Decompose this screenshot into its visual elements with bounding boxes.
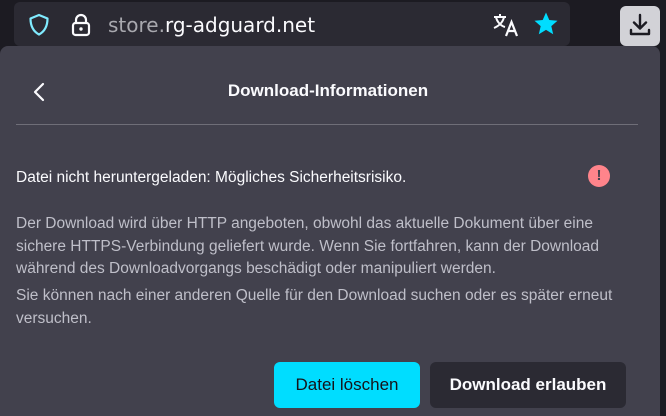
lock-icon[interactable] bbox=[70, 12, 92, 38]
browser-toolbar: store.rg-adguard.net bbox=[0, 0, 666, 50]
warning-message: Datei nicht heruntergeladen: Mögliches S… bbox=[16, 169, 407, 186]
url-host-prefix: store. bbox=[108, 13, 165, 37]
url-host-main: rg-adguard.net bbox=[164, 13, 316, 37]
translate-icon[interactable] bbox=[492, 12, 520, 38]
allow-download-button[interactable]: Download erlauben bbox=[430, 362, 626, 408]
download-button[interactable] bbox=[620, 6, 660, 46]
url-bar[interactable]: store.rg-adguard.net bbox=[14, 2, 570, 46]
window-edge bbox=[660, 48, 666, 414]
warning-glyph: ! bbox=[596, 167, 602, 184]
download-info-panel: Download-Informationen Datei nicht herun… bbox=[0, 46, 660, 416]
divider bbox=[16, 124, 638, 125]
shield-icon[interactable] bbox=[26, 12, 52, 38]
warning-icon: ! bbox=[588, 165, 610, 187]
description-http-warning: Der Download wird über HTTP angeboten, o… bbox=[16, 215, 599, 277]
star-icon[interactable] bbox=[532, 10, 560, 38]
description-suggestion: Sie können nach einer anderen Quelle für… bbox=[16, 287, 613, 327]
url-text[interactable]: store.rg-adguard.net bbox=[108, 11, 315, 39]
delete-file-button[interactable]: Datei löschen bbox=[274, 362, 420, 408]
download-icon bbox=[629, 13, 651, 36]
panel-title: Download-Informationen bbox=[227, 81, 429, 100]
